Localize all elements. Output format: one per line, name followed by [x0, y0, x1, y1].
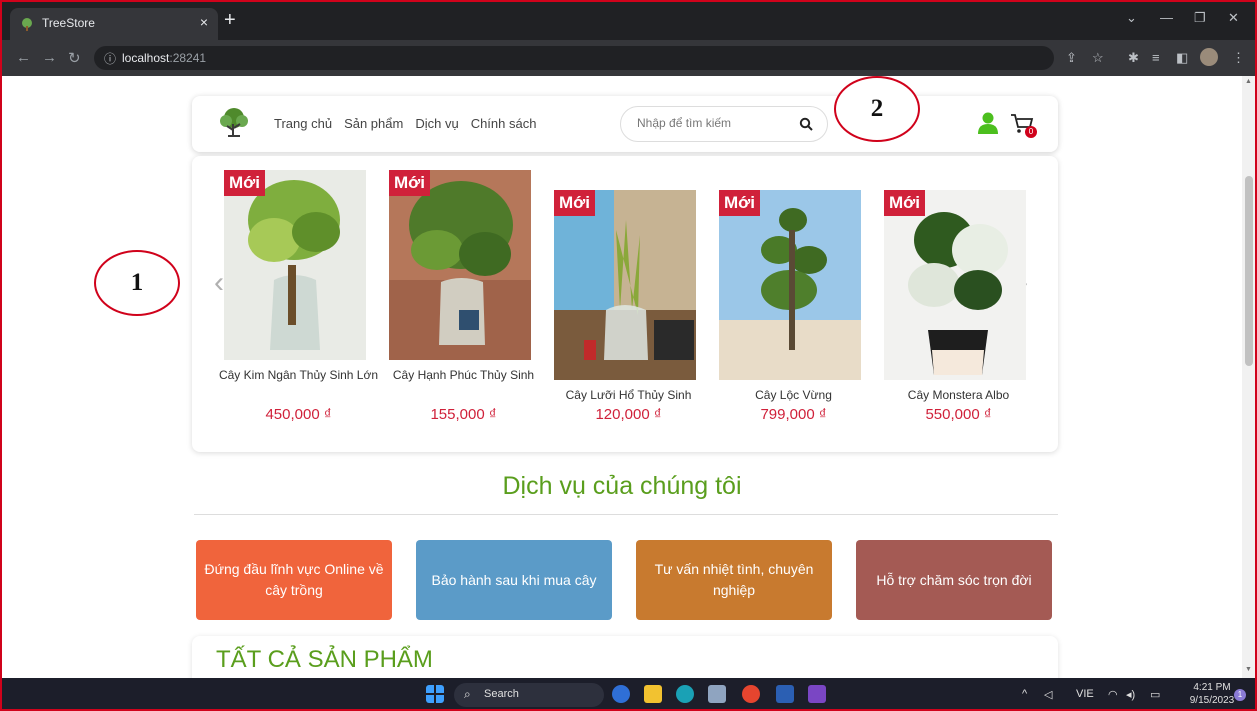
profile-avatar[interactable] — [1200, 48, 1218, 66]
tab-close-icon[interactable]: × — [200, 14, 208, 30]
product-name[interactable]: Cây Hạnh Phúc Thủy Sinh — [381, 366, 546, 384]
visual-studio-icon[interactable] — [808, 685, 826, 703]
service-card-warranty[interactable]: Bảo hành sau khi mua cây — [416, 540, 612, 620]
product-image[interactable]: Mới — [389, 170, 531, 360]
search-icon[interactable] — [799, 117, 813, 131]
all-products-title: TẤT CẢ SẢN PHẨM — [216, 646, 433, 673]
clock-date: 9/15/2023 — [1189, 695, 1235, 706]
taskbar-clock[interactable]: 4:21 PM 9/15/2023 — [1184, 681, 1240, 707]
forward-icon[interactable]: → — [42, 49, 57, 66]
location-icon[interactable]: ◁ — [1044, 688, 1052, 701]
cart-count-badge: 0 — [1025, 126, 1037, 138]
browser-tab[interactable]: TreeStore × — [10, 8, 218, 40]
product-image[interactable]: Mới — [719, 190, 861, 380]
product-name[interactable]: Cây Lưỡi Hổ Thủy Sinh — [546, 386, 711, 404]
tab-title: TreeStore — [42, 16, 95, 30]
all-products-section: TẤT CẢ SẢN PHẨM — [192, 636, 1058, 678]
page-viewport: Trang chủ Sản phẩm Dịch vụ Chính sách Nh… — [2, 76, 1242, 678]
search-input[interactable] — [637, 116, 787, 130]
product-image[interactable]: Mới — [224, 170, 366, 360]
product-carousel: ‹ › Mới Cây Kim Ngân Thủy Sinh Lớn — [192, 156, 1058, 452]
word-icon[interactable] — [776, 685, 794, 703]
new-badge: Mới — [224, 170, 265, 196]
side-panel-icon[interactable]: ◧ — [1176, 50, 1188, 66]
volume-icon[interactable]: ◂) — [1126, 688, 1135, 701]
user-icon[interactable] — [978, 112, 998, 134]
taskbar-search-label: Search — [484, 688, 519, 700]
product-price: 799,000 ₫ — [760, 406, 827, 423]
bookmark-star-icon[interactable]: ☆ — [1092, 50, 1104, 66]
product-price: 450,000 ₫ — [265, 406, 332, 423]
product-price: 120,000 ₫ — [595, 406, 662, 423]
product-name[interactable]: Cây Kim Ngân Thủy Sinh Lớn — [216, 366, 381, 384]
services-title: Dịch vụ của chúng tôi — [502, 472, 742, 500]
taskbar-search[interactable]: ⌕ Search — [454, 683, 604, 707]
menu-kebab-icon[interactable]: ⋮ — [1232, 50, 1245, 66]
store-icon[interactable] — [708, 685, 726, 703]
service-card-online-leader[interactable]: Đứng đầu lĩnh vực Online về cây trồng — [196, 540, 392, 620]
bing-icon[interactable] — [612, 685, 630, 703]
extensions-icon[interactable]: ✱ — [1128, 50, 1139, 66]
nav-products[interactable]: Sản phẩm — [344, 116, 403, 131]
service-card-consulting[interactable]: Tư vấn nhiệt tình, chuyên nghiệp — [636, 540, 832, 620]
scroll-up-icon[interactable]: ▲ — [1245, 78, 1252, 85]
service-card-lifetime-care[interactable]: Hỗ trợ chăm sóc trọn đời — [856, 540, 1052, 620]
scroll-down-icon[interactable]: ▼ — [1245, 666, 1252, 673]
browser-toolbar: ← → ↻ ⓘ localhost:28241 ⇪ ☆ ✱ ≡ ◧ ⋮ — [2, 40, 1255, 76]
reload-icon[interactable]: ↻ — [68, 49, 81, 67]
notification-badge[interactable]: 1 — [1234, 689, 1246, 701]
tree-favicon-icon — [22, 18, 32, 31]
search-box — [620, 106, 828, 142]
site-header: Trang chủ Sản phẩm Dịch vụ Chính sách Nh… — [192, 96, 1058, 152]
edge-icon[interactable] — [676, 685, 694, 703]
product-price: 155,000 ₫ — [430, 406, 497, 423]
language-indicator[interactable]: VIE — [1076, 688, 1094, 700]
taskbar-search-icon: ⌕ — [464, 687, 471, 701]
site-info-icon[interactable]: ⓘ — [104, 50, 116, 67]
nav-home[interactable]: Trang chủ — [274, 116, 332, 131]
browser-tab-bar: TreeStore × + ⌄ — ❐ ✕ — [2, 2, 1255, 40]
tree-logo-icon[interactable] — [216, 106, 252, 142]
battery-icon[interactable]: ▭ — [1150, 688, 1160, 701]
clock-time: 4:21 PM — [1193, 682, 1231, 693]
product-name[interactable]: Cây Lộc Vừng — [711, 386, 876, 404]
new-badge: Mới — [554, 190, 595, 216]
address-bar[interactable]: ⓘ localhost:28241 — [94, 46, 1054, 70]
restore-icon[interactable]: ❐ — [1194, 10, 1206, 26]
scroll-thumb[interactable] — [1245, 176, 1253, 366]
carousel-prev-icon[interactable]: ‹ — [214, 266, 224, 300]
reading-list-icon[interactable]: ≡ — [1152, 50, 1160, 65]
divider — [194, 514, 1058, 515]
back-icon[interactable]: ← — [16, 49, 31, 66]
tab-search-chevron-icon[interactable]: ⌄ — [1126, 10, 1137, 26]
page-scrollbar[interactable]: ▲ ▼ — [1242, 76, 1255, 678]
nav-policy[interactable]: Chính sách — [471, 116, 537, 131]
annotation-circle-2: 2 — [834, 76, 920, 142]
close-window-icon[interactable]: ✕ — [1228, 10, 1239, 26]
url-text: localhost:28241 — [122, 51, 207, 65]
chrome-icon[interactable] — [742, 685, 760, 703]
minimize-icon[interactable]: — — [1160, 10, 1173, 25]
file-explorer-icon[interactable] — [644, 685, 662, 703]
new-badge: Mới — [884, 190, 925, 216]
windows-start-icon[interactable] — [426, 685, 444, 703]
new-tab-button[interactable]: + — [224, 10, 236, 30]
product-image[interactable]: Mới — [884, 190, 1026, 380]
new-badge: Mới — [719, 190, 760, 216]
new-badge: Mới — [389, 170, 430, 196]
product-name[interactable]: Cây Monstera Albo — [876, 386, 1041, 404]
nav-services[interactable]: Dịch vụ — [415, 116, 458, 131]
product-image[interactable]: Mới — [554, 190, 696, 380]
share-icon[interactable]: ⇪ — [1066, 50, 1077, 66]
annotation-circle-1: 1 — [94, 250, 180, 316]
main-nav: Trang chủ Sản phẩm Dịch vụ Chính sách — [274, 116, 536, 131]
tray-chevron-icon[interactable]: ^ — [1022, 688, 1027, 700]
screenshot-frame: TreeStore × + ⌄ — ❐ ✕ ← → ↻ ⓘ localhost:… — [0, 0, 1257, 711]
product-price: 550,000 ₫ — [925, 406, 992, 423]
windows-taskbar: ⌕ Search ^ ◁ VIE ◠ ◂) ▭ 4:21 PM 9/15/202… — [2, 678, 1255, 709]
wifi-icon[interactable]: ◠ — [1108, 688, 1118, 701]
